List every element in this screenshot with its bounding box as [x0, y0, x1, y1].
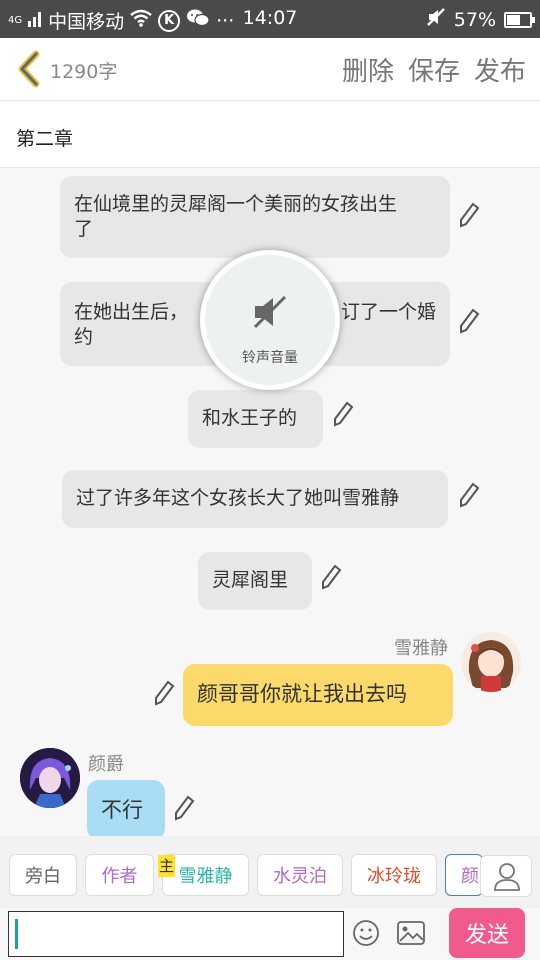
chapter-title: 第二章: [16, 128, 74, 150]
avatar[interactable]: [20, 748, 80, 808]
message-text-line: 了: [74, 218, 94, 240]
sender-name: 雪雅静: [394, 638, 448, 659]
edit-pencil-icon[interactable]: [153, 680, 175, 706]
role-tab-narration[interactable]: 旁白: [9, 854, 77, 896]
message-text: 颜哥哥你就让我出去吗: [197, 682, 407, 706]
input-bar: 发送: [0, 908, 540, 960]
send-button[interactable]: 发送: [449, 908, 525, 958]
publish-button[interactable]: 发布: [474, 51, 526, 88]
battery-percent: 57%: [453, 8, 496, 31]
speaker-muted-icon: [253, 295, 287, 329]
save-button[interactable]: 保存: [408, 51, 460, 88]
sender-name: 颜爵: [88, 754, 124, 775]
text-caret: [15, 919, 18, 949]
message-text: 不行: [101, 798, 143, 822]
delete-button[interactable]: 删除: [342, 51, 394, 88]
role-label: 冰玲珑: [367, 866, 421, 887]
message-input[interactable]: [8, 911, 344, 957]
message-text: 过了许多年这个女孩长大了她叫雪雅静: [76, 487, 400, 509]
volume-label: 铃声音量: [242, 350, 298, 366]
narration-bubble[interactable]: 和水王子的: [188, 390, 323, 448]
message-text-segment: 订了一个婚: [340, 301, 436, 323]
word-count: 1290字: [50, 61, 118, 83]
main-character-badge: 主: [158, 855, 175, 877]
image-icon[interactable]: [396, 920, 426, 946]
own-message-bubble[interactable]: 颜哥哥你就让我出去吗: [183, 664, 453, 726]
role-tab-author[interactable]: 作者: [85, 854, 154, 896]
role-label: 水灵泊: [273, 866, 327, 887]
narration-bubble[interactable]: 过了许多年这个女孩长大了她叫雪雅静: [62, 470, 448, 528]
person-icon: [494, 863, 520, 891]
mute-icon: [426, 7, 446, 32]
header-actions: 删除 保存 发布: [342, 51, 526, 88]
role-label: 颜: [461, 866, 479, 887]
chapter-title-bar[interactable]: 第二章: [0, 102, 540, 168]
edit-pencil-icon[interactable]: [458, 482, 480, 508]
editor-header: 1290字 删除 保存 发布: [0, 38, 540, 101]
role-tab-binglinglong[interactable]: 冰玲珑: [351, 854, 437, 896]
avatar-girl-image: [461, 632, 521, 692]
message-text-segment: 在她出生后，: [74, 301, 189, 323]
role-label: 雪雅静: [178, 866, 233, 887]
status-bar: 4G 中国移动 K ··· 14:07 57%: [0, 0, 540, 38]
edit-pencil-icon[interactable]: [458, 202, 480, 228]
role-label: 旁白: [25, 866, 61, 887]
edit-pencil-icon[interactable]: [173, 795, 195, 821]
role-tab-yan[interactable]: 颜: [445, 854, 483, 896]
other-message-bubble[interactable]: 不行: [87, 780, 165, 836]
edit-pencil-icon[interactable]: [332, 401, 354, 427]
role-selector-bar: 旁白 作者 雪雅静 水灵泊 冰玲珑 颜: [0, 836, 540, 908]
role-label: 作者: [101, 866, 138, 887]
message-text: 灵犀阁里: [212, 569, 289, 591]
edit-pencil-icon[interactable]: [458, 308, 480, 334]
role-tab-shuilingbo[interactable]: 水灵泊: [257, 854, 343, 896]
add-character-icon[interactable]: [480, 855, 532, 897]
avatar[interactable]: [461, 632, 521, 692]
avatar-boy-image: [20, 748, 80, 808]
role-tab-xueyajing[interactable]: 雪雅静: [162, 854, 249, 896]
edit-pencil-icon[interactable]: [320, 564, 342, 590]
emoji-icon[interactable]: [352, 919, 380, 947]
volume-overlay: 铃声音量: [200, 250, 340, 390]
back-icon[interactable]: [14, 50, 44, 88]
send-label: 发送: [464, 923, 509, 948]
message-text-line: 在仙境里的灵犀阁一个美丽的女孩出生: [74, 193, 398, 215]
narration-bubble[interactable]: 在仙境里的灵犀阁一个美丽的女孩出生 了: [60, 176, 450, 258]
narration-bubble[interactable]: 灵犀阁里: [198, 552, 312, 610]
status-right: 57%: [426, 7, 535, 32]
message-text: 和水王子的: [202, 407, 298, 429]
battery-fill: [507, 14, 520, 25]
battery-icon: [504, 11, 535, 28]
